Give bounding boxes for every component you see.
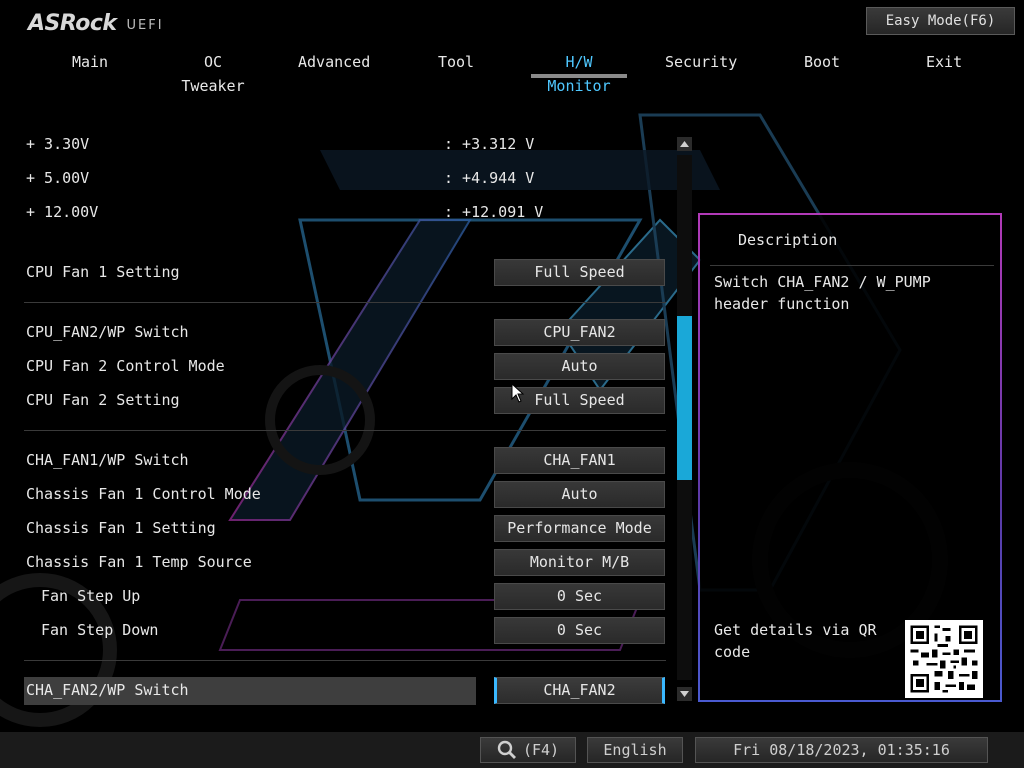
voltage-value-3v3: : +3.312 V: [444, 135, 535, 153]
setting-value-chassis-fan1-setting[interactable]: Performance Mode: [494, 515, 665, 542]
setting-label-chassis-fan1-temp-source[interactable]: Chassis Fan 1 Temp Source: [26, 550, 252, 574]
tab-hw-monitor[interactable]: H/W Monitor: [531, 50, 627, 95]
divider: [24, 430, 666, 431]
voltage-value-5v: : +4.944 V: [444, 169, 535, 187]
mouse-cursor-icon: [511, 383, 525, 403]
description-panel: Description Switch CHA_FAN2 / W_PUMP hea…: [698, 213, 1002, 702]
qr-caption: Get details via QR code: [714, 621, 877, 661]
divider: [24, 302, 666, 303]
description-title: Description: [738, 231, 838, 249]
setting-label-chassis-fan1-control-mode[interactable]: Chassis Fan 1 Control Mode: [26, 482, 261, 506]
tab-advanced[interactable]: Advanced: [298, 50, 370, 78]
voltage-value-12v: : +12.091 V: [444, 203, 544, 221]
setting-label-cpu-fan1-setting[interactable]: CPU Fan 1 Setting: [26, 260, 180, 284]
setting-label-cha-fan1-switch[interactable]: CHA_FAN1/WP Switch: [26, 448, 189, 472]
setting-value-cha-fan1-switch[interactable]: CHA_FAN1: [494, 447, 665, 474]
setting-value-cha-fan2-switch[interactable]: CHA_FAN2: [494, 677, 665, 704]
tab-tool[interactable]: Tool: [436, 50, 476, 78]
setting-value-chassis-fan1-control-mode[interactable]: Auto: [494, 481, 665, 508]
voltage-label-12v: + 12.00V: [26, 203, 99, 221]
tab-main[interactable]: Main: [66, 50, 114, 78]
scroll-down-arrow-icon[interactable]: [677, 687, 692, 701]
setting-label-cpu-fan2-control-mode[interactable]: CPU Fan 2 Control Mode: [26, 354, 225, 378]
search-key-label: (F4): [522, 741, 560, 759]
setting-label-cpu-fan2-setting[interactable]: CPU Fan 2 Setting: [26, 388, 180, 412]
setting-label-cha-fan2-switch[interactable]: CHA_FAN2/WP Switch: [26, 678, 189, 702]
brand-name: ASRock: [28, 11, 117, 36]
divider: [24, 660, 666, 661]
main-tabs: Main OC Tweaker Advanced Tool H/W Monito…: [28, 50, 1018, 95]
datetime-display: Fri 08/18/2023, 01:35:16: [695, 737, 988, 763]
setting-label-fan-step-up[interactable]: Fan Step Up: [41, 584, 140, 608]
setting-value-chassis-fan1-temp-source[interactable]: Monitor M/B: [494, 549, 665, 576]
language-button[interactable]: English: [587, 737, 683, 763]
setting-value-cpu-fan2-control-mode[interactable]: Auto: [494, 353, 665, 380]
voltage-label-3v3: + 3.30V: [26, 135, 90, 153]
qr-code-icon: [905, 620, 983, 698]
voltage-label-5v: + 5.00V: [26, 169, 90, 187]
setting-label-fan-step-down[interactable]: Fan Step Down: [41, 618, 158, 642]
tab-boot[interactable]: Boot: [802, 50, 842, 78]
description-text: Switch CHA_FAN2 / W_PUMP header function: [714, 273, 931, 313]
search-icon: [497, 740, 516, 759]
setting-value-cpu-fan1-setting[interactable]: Full Speed: [494, 259, 665, 286]
easy-mode-button[interactable]: Easy Mode(F6): [866, 7, 1015, 35]
tab-oc-tweaker[interactable]: OC Tweaker: [168, 50, 258, 95]
setting-value-fan-step-down[interactable]: 0 Sec: [494, 617, 665, 644]
setting-label-chassis-fan1-setting[interactable]: Chassis Fan 1 Setting: [26, 516, 216, 540]
setting-value-cpu-fan2-switch[interactable]: CPU_FAN2: [494, 319, 665, 346]
description-divider: [710, 265, 994, 266]
asrock-logo: ASRock UEFI: [28, 10, 164, 36]
setting-label-cpu-fan2-switch[interactable]: CPU_FAN2/WP Switch: [26, 320, 189, 344]
tab-exit[interactable]: Exit: [926, 50, 962, 78]
search-button[interactable]: (F4): [480, 737, 576, 763]
tab-security[interactable]: Security: [665, 50, 737, 78]
scrollbar-thumb[interactable]: [677, 316, 692, 480]
brand-sub: UEFI: [126, 18, 164, 33]
scroll-up-arrow-icon[interactable]: [677, 137, 692, 151]
setting-value-fan-step-up[interactable]: 0 Sec: [494, 583, 665, 610]
